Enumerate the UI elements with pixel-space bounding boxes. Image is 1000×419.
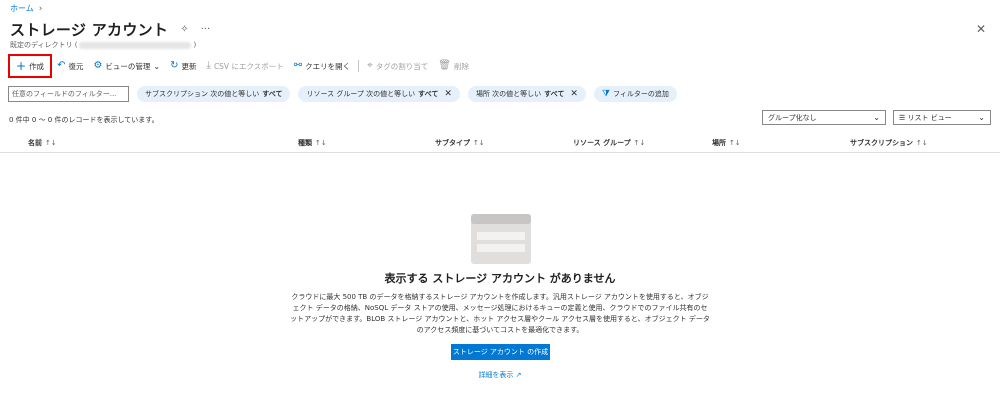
filter-row: サブスクリプション 次の値と等しい すべて リソース グループ 次の値と等しい …	[8, 86, 677, 102]
toolbar-divider	[358, 60, 360, 72]
filter-pill-resource-group[interactable]: リソース グループ 次の値と等しい すべて ✕	[298, 86, 460, 102]
breadcrumb-home[interactable]: ホーム	[10, 3, 34, 14]
sort-icon: ↑↓	[729, 139, 741, 147]
column-header-label: 種類	[298, 139, 312, 147]
filter-pill-subscription[interactable]: サブスクリプション 次の値と等しい すべて	[137, 86, 291, 102]
restore-button-label: 復元	[68, 61, 84, 71]
empty-state-description: クラウドに最大 500 TB のデータを格納するストレージ アカウントを作成しま…	[290, 293, 710, 334]
refresh-icon: ↻	[170, 60, 179, 71]
column-header-label: 場所	[712, 139, 726, 147]
page-title: ストレージ アカウント	[10, 21, 169, 39]
column-header-name[interactable]: 名前 ↑↓	[28, 138, 57, 148]
close-icon[interactable]: ✕	[444, 89, 452, 99]
command-bar: + 作成 ↶ 復元 ⚙ ビューの管理 ⌄ ↻ 更新 ⤓ CSV にエクスポート …	[8, 54, 474, 78]
directory-label-close: )	[193, 41, 197, 49]
column-header-location[interactable]: 場所 ↑↓	[712, 138, 741, 148]
view-select[interactable]: ☰ リスト ビュー ⌄	[893, 110, 991, 125]
column-header-label: リソース グループ	[573, 139, 631, 147]
create-button[interactable]: + 作成	[8, 54, 53, 78]
filter-pill-value: すべて	[418, 90, 439, 98]
sort-icon: ↑↓	[473, 139, 485, 147]
add-filter-button[interactable]: ⧩ フィルターの追加	[593, 86, 677, 102]
export-csv-label: CSV にエクスポート	[213, 61, 284, 71]
empty-state-title: 表示する ストレージ アカウント がありません	[384, 272, 616, 285]
chevron-down-icon: ⌄	[153, 61, 161, 71]
pin-icon[interactable]: ✧	[180, 24, 188, 35]
add-filter-label: フィルターの追加	[612, 90, 669, 98]
open-query-label: クエリを開く	[305, 61, 351, 71]
filter-pill-label: 場所 次の値と等しい	[475, 90, 542, 98]
close-icon[interactable]: ✕	[570, 89, 578, 99]
create-button-label: 作成	[29, 61, 45, 71]
filter-input[interactable]	[8, 86, 129, 102]
column-header-label: サブタイプ	[435, 139, 470, 147]
restore-button[interactable]: ↶ 復元	[52, 57, 88, 75]
plus-icon: +	[16, 59, 27, 73]
learn-more-link: 詳細を表示 ↗	[0, 370, 1000, 380]
add-filter-icon: ⧩	[601, 89, 610, 99]
table-header: 名前 ↑↓ 種類 ↑↓ サブタイプ ↑↓ リソース グループ ↑↓ 場所 ↑↓ サブスクリ…	[0, 133, 1000, 153]
breadcrumb-separator: ›	[38, 3, 43, 14]
title-row: ストレージ アカウント ✧ ···	[10, 19, 210, 40]
view-select-label: リスト ビュー	[907, 113, 952, 122]
gear-icon: ⚙	[93, 60, 103, 71]
column-header-subtype[interactable]: サブタイプ ↑↓	[435, 138, 485, 148]
filter-pill-label: サブスクリプション 次の値と等しい	[145, 90, 260, 98]
group-by-select[interactable]: グループ化なし ⌄	[762, 110, 886, 125]
column-header-label: サブスクリプション	[850, 139, 913, 147]
restore-icon: ↶	[57, 60, 66, 71]
column-header-resource-group[interactable]: リソース グループ ↑↓	[573, 138, 645, 148]
assign-tags-label: タグの割り当て	[375, 61, 429, 71]
assign-tags-button[interactable]: ⌖ タグの割り当て	[362, 57, 433, 75]
directory-label-text: 既定のディレクトリ (	[10, 41, 78, 49]
open-query-button[interactable]: ⚯ クエリを開く	[289, 57, 355, 75]
directory-label: 既定のディレクトリ ( )	[10, 40, 196, 50]
delete-button-label: 削除	[453, 61, 469, 71]
manage-view-button[interactable]: ⚙ ビューの管理 ⌄	[88, 57, 165, 75]
view-select-value: ☰ リスト ビュー	[899, 113, 952, 123]
column-header-label: 名前	[28, 139, 42, 147]
tag-icon: ⌖	[367, 60, 373, 71]
breadcrumb: ホーム ›	[10, 3, 42, 14]
external-link-icon: ↗	[515, 371, 522, 379]
trash-icon: 🗑	[438, 60, 451, 71]
sort-icon: ↑↓	[315, 139, 327, 147]
create-storage-account-button[interactable]: ストレージ アカウント の作成	[451, 344, 550, 360]
list-icon: ☰	[899, 113, 908, 122]
refresh-button-label: 更新	[181, 61, 197, 71]
close-icon[interactable]: ✕	[976, 23, 986, 35]
filter-pill-value: すべて	[262, 90, 283, 98]
column-header-subscription[interactable]: サブスクリプション ↑↓	[850, 138, 928, 148]
sort-icon: ↑↓	[633, 139, 646, 147]
delete-button[interactable]: 🗑 削除	[433, 57, 474, 75]
records-count: 0 件中 0 ～ 0 件のレコードを表示しています。	[9, 116, 159, 124]
chevron-down-icon: ⌄	[978, 113, 985, 122]
refresh-button[interactable]: ↻ 更新	[165, 57, 201, 75]
manage-view-label: ビューの管理	[105, 61, 151, 71]
sort-icon: ↑↓	[916, 139, 928, 147]
column-header-type[interactable]: 種類 ↑↓	[298, 138, 327, 148]
group-by-value: グループ化なし	[768, 113, 817, 122]
chevron-down-icon: ⌄	[873, 113, 880, 122]
learn-more-link-text[interactable]: 詳細を表示	[478, 371, 513, 379]
directory-name-redacted	[79, 41, 192, 49]
download-icon: ⤓	[206, 60, 211, 71]
more-options-icon[interactable]: ···	[201, 24, 211, 35]
filter-pill-location[interactable]: 場所 次の値と等しい すべて ✕	[467, 86, 586, 102]
query-icon: ⚯	[293, 60, 303, 71]
filter-pill-value: すべて	[544, 90, 565, 98]
filter-pill-label: リソース グループ 次の値と等しい	[306, 90, 416, 98]
empty-list-illustration-icon	[471, 214, 531, 264]
export-csv-button[interactable]: ⤓ CSV にエクスポート	[202, 57, 289, 75]
sort-icon: ↑↓	[45, 139, 57, 147]
